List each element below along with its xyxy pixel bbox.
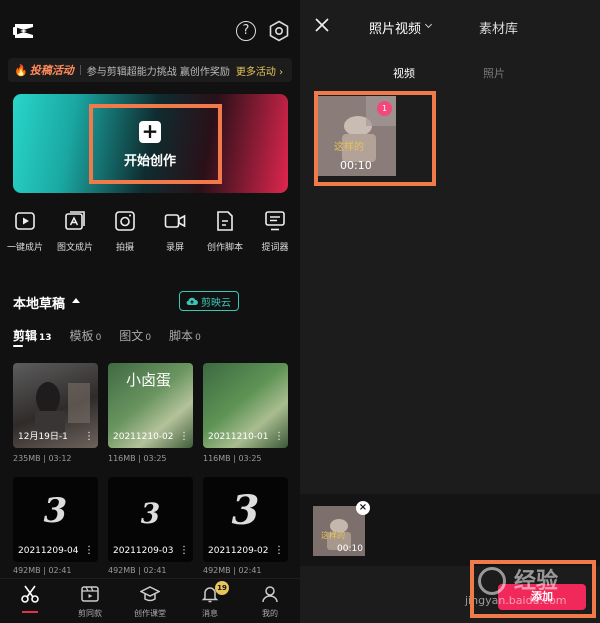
project-name: 20211209-02: [208, 546, 269, 556]
fire-icon: 🔥: [14, 63, 28, 77]
more-options-icon[interactable]: ⋮: [274, 431, 284, 442]
banner-divider: [79, 65, 81, 75]
graduation-cap-icon: [140, 586, 160, 602]
cloud-label: 剪映云: [201, 297, 231, 309]
tool-label: 拍摄: [115, 243, 134, 253]
tool-label: 一键成片: [6, 243, 43, 253]
settings-icon[interactable]: [268, 20, 290, 42]
project-name: 20211210-01: [208, 432, 269, 442]
nav-templates[interactable]: 剪同款: [60, 579, 120, 623]
help-icon[interactable]: ?: [236, 21, 256, 41]
tool-row: 一键成片 图文成片 拍摄 录屏 创作脚本 提词器: [0, 210, 300, 260]
notification-badge: 19: [215, 581, 229, 595]
thumbnail-overlay-text: 这样的: [321, 531, 345, 540]
subtab-videos[interactable]: 视频: [393, 65, 415, 81]
project-meta: 116MB | 03:25: [203, 454, 262, 463]
project-card[interactable]: 小卤蛋 20211210-02 ⋮: [108, 363, 193, 448]
thumbnail-overlay-text: 3: [140, 497, 161, 530]
media-picker-panel: 照片视频 素材库 视频 照片 1 这样的 00:10 这样的 00:10 × 添…: [300, 0, 600, 623]
project-meta: 492MB | 02:41: [13, 566, 72, 575]
more-options-icon[interactable]: ⋮: [274, 545, 284, 556]
local-drafts-title[interactable]: 本地草稿: [13, 293, 65, 312]
tab-photos-videos[interactable]: 照片视频: [369, 18, 421, 37]
project-meta: 492MB | 02:41: [203, 566, 262, 575]
tool-label: 录屏: [165, 243, 184, 253]
project-meta: 235MB | 03:12: [13, 454, 72, 463]
cloud-upload-icon: [186, 297, 198, 306]
thumbnail-overlay-text: 3: [43, 491, 68, 531]
highlight-box-add: [470, 560, 596, 618]
subtab-edit[interactable]: 剪辑 13: [13, 327, 52, 344]
project-card[interactable]: 20211210-01 ⋮: [203, 363, 288, 448]
nav-classroom[interactable]: 创作课堂: [120, 579, 180, 623]
chevron-down-icon[interactable]: [424, 20, 433, 29]
thumbnail-overlay-text: 小卤蛋: [126, 371, 172, 389]
activity-banner[interactable]: 🔥 投稿活动 参与剪辑超能力挑战 赢创作奖励 更多活动 ›: [8, 58, 292, 82]
project-name: 20211210-02: [113, 432, 174, 442]
highlight-box-media: [314, 91, 436, 186]
selected-media-tray: 这样的 00:10 ×: [300, 494, 600, 566]
tab-material-library[interactable]: 素材库: [479, 18, 518, 37]
project-card[interactable]: 3 20211209-04 ⋮: [13, 477, 98, 562]
play-square-icon: [15, 212, 35, 230]
project-card[interactable]: 3 20211209-02 ⋮: [203, 477, 288, 562]
tool-script[interactable]: 创作脚本: [200, 210, 250, 260]
clapper-icon: [81, 586, 99, 602]
selected-media-item[interactable]: 这样的 00:10: [313, 506, 365, 556]
scissors-icon: [21, 585, 39, 603]
highlight-box-create: [89, 104, 222, 184]
record-screen-icon: [164, 214, 186, 228]
tool-label: 创作脚本: [206, 243, 243, 253]
nav-label: 剪同款: [78, 609, 102, 618]
project-name: 20211209-03: [113, 546, 174, 556]
cloud-button[interactable]: 剪映云: [179, 291, 239, 311]
nav-messages[interactable]: 消息 19: [180, 579, 240, 623]
home-panel: ? 🔥 投稿活动 参与剪辑超能力挑战 赢创作奖励 更多活动 › + 开始创作 一…: [0, 0, 300, 623]
project-name: 12月19日-1: [18, 432, 68, 442]
project-meta: 492MB | 02:41: [108, 566, 167, 575]
more-options-icon[interactable]: ⋮: [179, 545, 189, 556]
subtab-script[interactable]: 脚本 0: [169, 327, 201, 344]
project-name: 20211209-04: [18, 546, 79, 556]
nav-profile[interactable]: 我的: [240, 579, 300, 623]
tool-camera[interactable]: 拍摄: [100, 210, 150, 260]
person-icon: [262, 586, 278, 603]
subtab-photos[interactable]: 照片: [483, 65, 505, 81]
tool-one-click-video[interactable]: 一键成片: [0, 210, 50, 260]
nav-label: 创作课堂: [134, 609, 166, 618]
banner-title: 投稿活动: [29, 64, 74, 77]
script-icon: [217, 211, 233, 231]
caret-up-icon[interactable]: [72, 298, 80, 303]
more-options-icon[interactable]: ⋮: [84, 431, 94, 442]
teleprompter-icon: [265, 211, 285, 231]
active-nav-indicator: [22, 611, 38, 613]
project-card[interactable]: 3 20211209-03 ⋮: [108, 477, 193, 562]
tool-teleprompter[interactable]: 提词器: [250, 210, 300, 260]
tool-record-screen[interactable]: 录屏: [150, 210, 200, 260]
project-card[interactable]: 12月19日-1 ⋮: [13, 363, 98, 448]
close-icon[interactable]: [314, 17, 330, 33]
tool-label: 提词器: [261, 243, 289, 253]
video-duration: 00:10: [337, 544, 363, 554]
nav-label: 消息: [202, 609, 218, 618]
remove-icon[interactable]: ×: [356, 501, 370, 515]
tool-text-to-video[interactable]: 图文成片: [50, 210, 100, 260]
camera-icon: [115, 211, 135, 231]
subtab-template[interactable]: 模板 0: [70, 327, 102, 344]
thumbnail-overlay-text: 3: [231, 487, 260, 534]
banner-description: 参与剪辑超能力挑战 赢创作奖励: [86, 66, 230, 78]
more-options-icon[interactable]: ⋮: [179, 431, 189, 442]
text-image-icon: [65, 211, 85, 230]
project-meta: 116MB | 03:25: [108, 454, 167, 463]
nav-label: 我的: [262, 609, 278, 618]
more-options-icon[interactable]: ⋮: [84, 545, 94, 556]
tool-label: 图文成片: [56, 243, 93, 253]
subtab-image-text[interactable]: 图文 0: [119, 327, 151, 344]
nav-edit[interactable]: [0, 579, 60, 623]
capcut-logo-icon: [13, 24, 33, 38]
bottom-navigation: 剪同款 创作课堂 消息 19 我的: [0, 578, 300, 623]
active-tab-indicator: [13, 345, 23, 347]
draft-subtabs: 剪辑 13 模板 0 图文 0 脚本 0: [13, 327, 219, 344]
more-activities-link[interactable]: 更多活动 ›: [236, 63, 283, 78]
